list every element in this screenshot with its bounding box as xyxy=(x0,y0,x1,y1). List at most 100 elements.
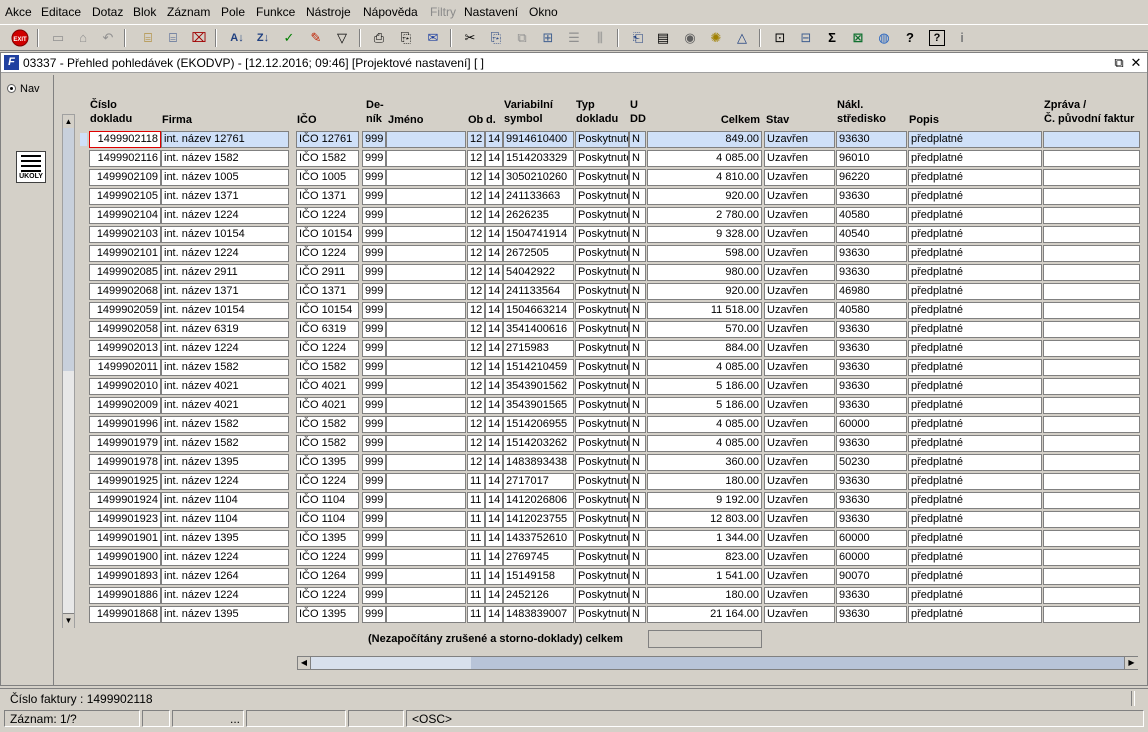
cell-vs[interactable]: 1514210459 xyxy=(503,359,574,376)
cell-typ[interactable]: Poskytnuté xyxy=(575,226,629,243)
cell-zprava[interactable] xyxy=(1043,606,1140,623)
cell-vs[interactable]: 2672505 xyxy=(503,245,574,262)
cell-vs[interactable]: 2452126 xyxy=(503,587,574,604)
cell-doklad[interactable]: 1499902103 xyxy=(89,226,161,243)
cell-stredisko[interactable]: 93630 xyxy=(836,587,907,604)
cell-firma[interactable]: int. název 4021 xyxy=(161,378,289,395)
cell-udd[interactable]: N xyxy=(629,530,646,547)
cell-stav[interactable]: Uzavřen xyxy=(764,283,835,300)
cell-celkem[interactable]: 5 186.00 xyxy=(647,378,762,395)
cell-ico[interactable]: IČO 1395 xyxy=(296,454,359,471)
cell-ob[interactable]: 12 xyxy=(467,359,485,376)
cell-d[interactable]: 14 xyxy=(485,568,503,585)
cell-vs[interactable]: 241133663 xyxy=(503,188,574,205)
cell-stav[interactable]: Uzavřen xyxy=(764,397,835,414)
hscroll-thumb[interactable] xyxy=(311,657,471,669)
cell-celkem[interactable]: 11 518.00 xyxy=(647,302,762,319)
cell-doklad[interactable]: 1499902010 xyxy=(89,378,161,395)
cell-udd[interactable]: N xyxy=(629,131,646,148)
cell-jmeno[interactable] xyxy=(386,492,466,509)
cell-firma[interactable]: int. název 6319 xyxy=(161,321,289,338)
cell-firma[interactable]: int. název 10154 xyxy=(161,302,289,319)
query-execute-icon[interactable]: ⌸ xyxy=(163,28,183,47)
cell-stav[interactable]: Uzavřen xyxy=(764,416,835,433)
cell-vs[interactable]: 3050210260 xyxy=(503,169,574,186)
cell-d[interactable]: 14 xyxy=(485,188,503,205)
cell-typ[interactable]: Poskytnuté xyxy=(575,302,629,319)
cell-stredisko[interactable]: 90070 xyxy=(836,568,907,585)
menu-editace[interactable]: Editace xyxy=(41,5,81,19)
undo-icon[interactable]: ↶ xyxy=(98,28,118,47)
cell-ico[interactable]: IČO 1582 xyxy=(296,435,359,452)
cell-popis[interactable]: předplatné xyxy=(908,397,1042,414)
cell-vs[interactable]: 15149158 xyxy=(503,568,574,585)
cell-doklad[interactable]: 1499902068 xyxy=(89,283,161,300)
row-indicator[interactable] xyxy=(80,494,87,507)
cell-stredisko[interactable]: 93630 xyxy=(836,245,907,262)
cell-udd[interactable]: N xyxy=(629,169,646,186)
row-indicator[interactable] xyxy=(80,304,87,317)
cell-firma[interactable]: int. název 1005 xyxy=(161,169,289,186)
help-icon[interactable]: ? xyxy=(900,28,920,47)
cell-firma[interactable]: int. název 1224 xyxy=(161,207,289,224)
col-header-celkem[interactable]: Celkem xyxy=(648,113,760,127)
cell-zprava[interactable] xyxy=(1043,416,1140,433)
row-indicator[interactable] xyxy=(80,475,87,488)
sort-desc-icon[interactable]: Z↓ xyxy=(253,28,273,47)
cell-typ[interactable]: Poskytnuté xyxy=(575,169,629,186)
cell-typ[interactable]: Poskytnuté xyxy=(575,150,629,167)
cell-typ[interactable]: Poskytnuté xyxy=(575,283,629,300)
cell-doklad[interactable]: 1499902105 xyxy=(89,188,161,205)
cell-ico[interactable]: IČO 2911 xyxy=(296,264,359,281)
cell-celkem[interactable]: 4 085.00 xyxy=(647,416,762,433)
cell-denik[interactable]: 999 xyxy=(362,150,386,167)
cell-udd[interactable]: N xyxy=(629,207,646,224)
cell-udd[interactable]: N xyxy=(629,359,646,376)
cell-jmeno[interactable] xyxy=(386,302,466,319)
cell-popis[interactable]: předplatné xyxy=(908,245,1042,262)
cell-udd[interactable]: N xyxy=(629,302,646,319)
cell-stav[interactable]: Uzavřen xyxy=(764,150,835,167)
col-header-zprava[interactable]: Zpráva / Č. původní faktur xyxy=(1044,98,1144,126)
cell-zprava[interactable] xyxy=(1043,568,1140,585)
cell-d[interactable]: 14 xyxy=(485,378,503,395)
cell-jmeno[interactable] xyxy=(386,359,466,376)
cell-celkem[interactable]: 2 780.00 xyxy=(647,207,762,224)
row-indicator[interactable] xyxy=(80,152,87,165)
cell-stredisko[interactable]: 93630 xyxy=(836,264,907,281)
cell-doklad[interactable]: 1499901893 xyxy=(89,568,161,585)
cell-jmeno[interactable] xyxy=(386,397,466,414)
cell-ob[interactable]: 11 xyxy=(467,606,485,623)
cell-popis[interactable]: předplatné xyxy=(908,378,1042,395)
menu-funkce[interactable]: Funkce xyxy=(256,5,295,19)
cell-celkem[interactable]: 12 803.00 xyxy=(647,511,762,528)
query-cancel-icon[interactable]: ⌧ xyxy=(189,28,209,47)
cell-udd[interactable]: N xyxy=(629,549,646,566)
info-icon[interactable]: i xyxy=(952,28,972,47)
cell-d[interactable]: 14 xyxy=(485,492,503,509)
cell-zprava[interactable] xyxy=(1043,454,1140,471)
cell-stredisko[interactable]: 93630 xyxy=(836,473,907,490)
cell-typ[interactable]: Poskytnuté xyxy=(575,359,629,376)
cell-stredisko[interactable]: 93630 xyxy=(836,435,907,452)
cell-celkem[interactable]: 823.00 xyxy=(647,549,762,566)
row-indicator[interactable] xyxy=(80,437,87,450)
menu-blok[interactable]: Blok xyxy=(133,5,156,19)
cell-stav[interactable]: Uzavřen xyxy=(764,226,835,243)
cell-stav[interactable]: Uzavřen xyxy=(764,378,835,395)
nav-radio[interactable] xyxy=(7,84,16,93)
cell-denik[interactable]: 999 xyxy=(362,207,386,224)
cell-jmeno[interactable] xyxy=(386,264,466,281)
cell-celkem[interactable]: 360.00 xyxy=(647,454,762,471)
cell-firma[interactable]: int. název 1104 xyxy=(161,492,289,509)
cell-stredisko[interactable]: 93630 xyxy=(836,359,907,376)
cell-ico[interactable]: IČO 1104 xyxy=(296,492,359,509)
cell-ob[interactable]: 11 xyxy=(467,473,485,490)
tools-icon[interactable]: ✎ xyxy=(306,28,326,47)
col-header-d[interactable]: d. xyxy=(486,113,496,127)
cell-zprava[interactable] xyxy=(1043,283,1140,300)
cell-jmeno[interactable] xyxy=(386,150,466,167)
cell-d[interactable]: 14 xyxy=(485,454,503,471)
cell-popis[interactable]: předplatné xyxy=(908,226,1042,243)
cell-denik[interactable]: 999 xyxy=(362,416,386,433)
